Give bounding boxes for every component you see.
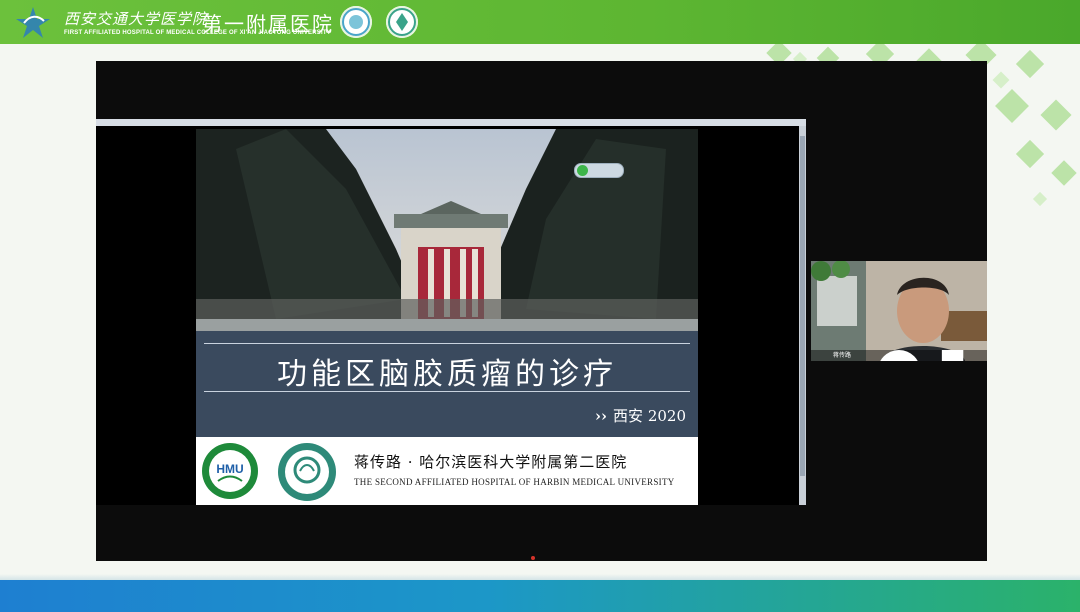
- slide-subtitle: ›› 西安 2020: [595, 405, 686, 426]
- participant-video-image: [811, 261, 987, 361]
- campus-building-image: [196, 129, 698, 331]
- shared-screen-area: 功能区脑胶质瘤的诊疗 ›› 西安 2020 HMU 蒋传路 · 哈尔滨医科大学附属…: [96, 61, 987, 561]
- author-affiliation-cn: 蒋传路 · 哈尔滨医科大学附属第二医院: [354, 453, 628, 471]
- participant-video-tile[interactable]: 蒋传路: [811, 261, 987, 361]
- seal-logo-icon: [340, 6, 372, 38]
- brand-name-cn: 西安交通大学医学院: [64, 10, 209, 28]
- hospital-header: 西安交通大学医学院 FIRST AFFILIATED HOSPITAL OF M…: [0, 0, 1080, 44]
- double-chevron-icon: ››: [595, 407, 608, 425]
- campus-photo: [196, 129, 698, 331]
- title-rule-top: [204, 343, 690, 344]
- slide-subtitle-text: 西安 2020: [613, 407, 686, 425]
- participant-label-bar: 蒋传路: [811, 350, 987, 361]
- slide-logo-row: HMU 蒋传路 · 哈尔滨医科大学附属第二医院 THE SECOND AFFIL…: [196, 437, 698, 505]
- presentation-scrollbar[interactable]: [799, 126, 806, 505]
- recording-indicator-icon: [531, 556, 535, 560]
- presentation-window: 功能区脑胶质瘤的诊疗 ›› 西安 2020 HMU 蒋传路 · 哈尔滨医科大学附属…: [96, 119, 806, 505]
- hospital-logo-icon: [16, 7, 50, 38]
- second-hospital-logo-icon: [278, 443, 336, 501]
- author-affiliation-en: THE SECOND AFFILIATED HOSPITAL OF HARBIN…: [354, 477, 675, 487]
- hmu-logo-text: HMU: [216, 462, 243, 476]
- hmu-logo-icon: HMU: [202, 443, 258, 499]
- footer-bar: [0, 574, 1080, 612]
- presentation-titlebar[interactable]: [96, 119, 806, 126]
- participant-name: 蒋传路: [833, 352, 852, 359]
- slide-title: 功能区脑胶质瘤的诊疗: [277, 357, 617, 392]
- slide-watermark-badge: [574, 163, 624, 178]
- presentation-slide: 功能区脑胶质瘤的诊疗 ›› 西安 2020 HMU 蒋传路 · 哈尔滨医科大学附属…: [196, 129, 698, 505]
- hospital-name: 第一附属医院: [202, 12, 334, 36]
- emblem-logo-icon: [386, 6, 418, 38]
